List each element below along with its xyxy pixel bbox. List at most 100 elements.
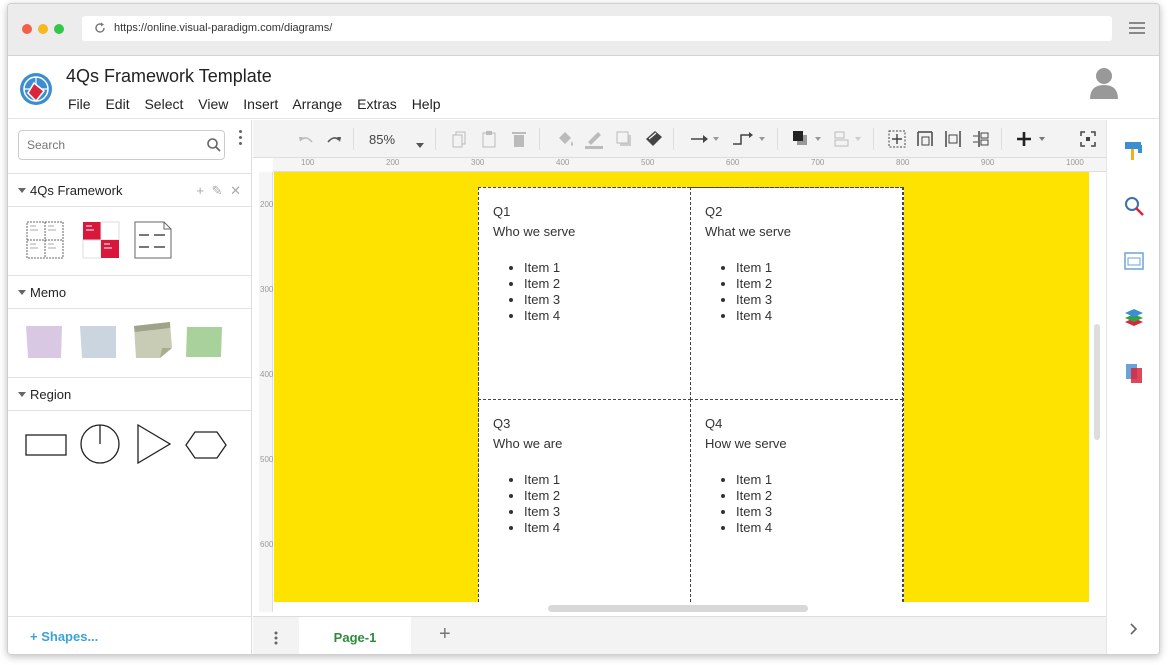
quadrant-q3[interactable]: Q3 Who we are Item 1 Item 2 Item 3 Item …	[478, 399, 691, 602]
quadrant-heading: Who we serve	[493, 224, 576, 239]
menu-extras[interactable]: Extras	[357, 96, 397, 112]
list-item: Item 1	[736, 472, 902, 488]
paste-icon[interactable]	[481, 129, 497, 149]
ruler-label: 100	[301, 158, 315, 167]
document-title[interactable]: 4Qs Framework Template	[66, 66, 272, 87]
zoom-dropdown-icon[interactable]	[415, 135, 425, 155]
vertical-scrollbar[interactable]	[1094, 324, 1100, 440]
fill-color-icon[interactable]	[555, 129, 575, 149]
line-color-icon[interactable]	[583, 129, 605, 149]
shadow-icon[interactable]	[615, 129, 633, 149]
add-page-button[interactable]: +	[439, 623, 451, 646]
quadrant-q1[interactable]: Q1 Who we serve Item 1 Item 2 Item 3 Ite…	[478, 187, 691, 400]
same-size-icon[interactable]	[915, 129, 935, 149]
quadrant-id: Q2	[705, 204, 723, 219]
toolbar-separator	[873, 128, 874, 150]
rectangle-shape[interactable]	[24, 423, 68, 467]
quadrant-q4[interactable]: Q4 How we serve Item 1 Item 2 Item 3 Ite…	[690, 399, 903, 602]
quadrant-q2[interactable]: Q2 What we serve Item 1 Item 2 Item 3 It…	[690, 187, 903, 400]
section-tools: + ✎ ✕	[192, 174, 241, 207]
section-region[interactable]: Region	[8, 377, 251, 411]
format-painter-icon[interactable]	[643, 129, 665, 149]
page-menu-icon[interactable]	[273, 630, 279, 646]
diagram-canvas[interactable]: Q1 Who we serve Item 1 Item 2 Item 3 Ite…	[274, 172, 1089, 602]
fit-selection-icon[interactable]	[887, 129, 907, 149]
menu-arrange[interactable]: Arrange	[292, 96, 342, 112]
horizontal-scrollbar[interactable]	[548, 605, 808, 612]
sidebar-more-icon[interactable]	[239, 130, 245, 146]
redo-icon[interactable]	[325, 131, 343, 151]
ruler-label: 200	[260, 200, 274, 209]
menu-edit[interactable]: Edit	[105, 96, 129, 112]
toolbar-separator	[673, 128, 674, 150]
horizontal-ruler: 100 200 300 400 500 600 700 800 900 1000	[273, 158, 1106, 172]
memo-purple-shape[interactable]	[24, 324, 64, 360]
browser-menu-icon[interactable]	[1129, 22, 1145, 36]
browser-chrome: https://online.visual-paradigm.com/diagr…	[8, 4, 1159, 56]
shapes-sidebar: Search 4Qs Framework + ✎ ✕ Memo Region +…	[8, 120, 252, 654]
chevron-right-icon[interactable]	[1123, 618, 1145, 640]
app-header: 4Qs Framework Template File Edit Select …	[8, 57, 1159, 119]
quadrant-heading: Who we are	[493, 436, 563, 451]
menu-help[interactable]: Help	[412, 96, 441, 112]
toolbar-separator	[1001, 128, 1002, 150]
edit-icon[interactable]: ✎	[212, 183, 223, 198]
address-bar[interactable]: https://online.visual-paradigm.com/diagr…	[82, 16, 1112, 41]
user-avatar-icon[interactable]	[1089, 66, 1119, 100]
maximize-window-button[interactable]	[54, 24, 64, 34]
reload-icon[interactable]	[94, 22, 106, 34]
ruler-label: 500	[641, 158, 655, 167]
waypoint-style-icon[interactable]	[731, 129, 767, 149]
memo-green-shape[interactable]	[184, 324, 224, 360]
menu-select[interactable]: Select	[144, 96, 183, 112]
distribute-horizontal-icon[interactable]	[943, 129, 963, 149]
outline-panel-icon[interactable]	[1123, 250, 1145, 272]
minimize-window-button[interactable]	[38, 24, 48, 34]
quadrant-id: Q4	[705, 416, 723, 431]
4qs-grid-shape[interactable]	[26, 221, 64, 259]
add-icon[interactable]: +	[196, 183, 204, 198]
bring-to-front-icon[interactable]	[791, 129, 827, 149]
4qs-document-shape[interactable]	[134, 221, 172, 259]
pages-panel-icon[interactable]	[1123, 362, 1145, 384]
visual-paradigm-logo-icon	[20, 73, 52, 105]
tab-page-1[interactable]: Page-1	[299, 617, 411, 654]
align-icon[interactable]	[833, 129, 867, 149]
delete-icon[interactable]	[511, 129, 527, 149]
format-panel-icon[interactable]	[1123, 140, 1145, 162]
distribute-vertical-icon[interactable]	[971, 129, 991, 149]
memo-blue-shape[interactable]	[78, 324, 118, 360]
layers-panel-icon[interactable]	[1123, 306, 1145, 328]
list-item: Item 3	[524, 292, 690, 308]
4qs-colored-shape[interactable]	[82, 221, 120, 259]
menu-view[interactable]: View	[198, 96, 228, 112]
section-label: Region	[30, 387, 72, 402]
close-window-button[interactable]	[22, 24, 32, 34]
section-memo[interactable]: Memo	[8, 275, 251, 309]
menu-file[interactable]: File	[68, 96, 91, 112]
close-icon[interactable]: ✕	[230, 183, 241, 198]
section-4qs-framework[interactable]: 4Qs Framework + ✎ ✕	[8, 173, 251, 207]
search-icon[interactable]	[206, 137, 222, 153]
hexagon-shape[interactable]	[184, 430, 228, 460]
memo-olive-shape[interactable]	[132, 320, 174, 360]
search-input[interactable]: Search	[18, 130, 225, 160]
quadrant-item-list: Item 1 Item 2 Item 3 Item 4	[493, 260, 690, 324]
insert-add-icon[interactable]	[1015, 129, 1051, 149]
ruler-label: 500	[260, 455, 274, 464]
undo-icon[interactable]	[297, 131, 315, 151]
triangle-shape[interactable]	[134, 422, 174, 466]
4qs-framework-grid[interactable]: Q1 Who we serve Item 1 Item 2 Item 3 Ite…	[478, 187, 904, 602]
zoom-select[interactable]: 85%	[369, 132, 395, 152]
more-shapes-link[interactable]: + Shapes...	[8, 616, 251, 654]
menu-bar: File Edit Select View Insert Arrange Ext…	[68, 96, 451, 112]
ruler-label: 1000	[1066, 158, 1084, 167]
circle-shape[interactable]	[78, 422, 122, 466]
search-panel-icon[interactable]	[1123, 195, 1145, 217]
browser-window: https://online.visual-paradigm.com/diagr…	[7, 3, 1160, 655]
fullscreen-icon[interactable]	[1079, 129, 1097, 149]
page-tabs-bar: Page-1 +	[253, 616, 1106, 654]
connector-style-icon[interactable]	[689, 129, 721, 149]
copy-icon[interactable]	[451, 129, 467, 149]
menu-insert[interactable]: Insert	[243, 96, 278, 112]
